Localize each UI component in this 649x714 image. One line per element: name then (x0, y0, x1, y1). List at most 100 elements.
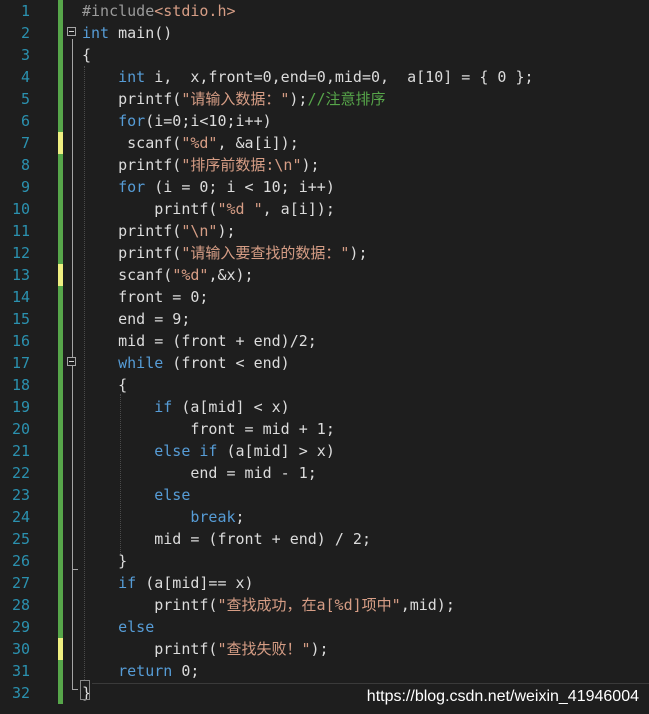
code-token: (a[mid] < x) (172, 398, 290, 416)
saved-change-marker (58, 242, 63, 264)
saved-change-marker (58, 88, 63, 110)
code-line[interactable]: 17 while (front < end) (0, 352, 649, 374)
saved-change-marker (58, 44, 63, 66)
saved-change-marker (58, 66, 63, 88)
line-number: 10 (11, 200, 30, 218)
string-token: "请输入数据：" (181, 90, 290, 108)
line-number: 17 (11, 354, 30, 372)
code-line[interactable]: 30 printf("查找失败！"); (0, 638, 649, 660)
code-line[interactable]: 16 mid = (front + end)/2; (0, 330, 649, 352)
code-text: front = mid + 1; (82, 418, 335, 440)
code-token: i, x,front=0,end=0,mid=0, a[10] = { 0 }; (145, 68, 534, 86)
code-line[interactable]: 7 scanf("%d", &a[i]); (0, 132, 649, 154)
code-token: } (82, 552, 128, 570)
code-line[interactable]: 29 else (0, 616, 649, 638)
line-number: 23 (11, 486, 30, 504)
saved-change-marker (58, 484, 63, 506)
collapse-toggle-icon[interactable] (67, 27, 76, 36)
code-line[interactable]: 1 #include<stdio.h> (0, 0, 649, 22)
code-text: for(i=0;i<10;i++) (82, 110, 272, 132)
line-number: 24 (11, 508, 30, 526)
saved-change-marker (58, 506, 63, 528)
code-token: main() (109, 24, 173, 42)
line-number: 14 (11, 288, 30, 306)
line-number: 7 (20, 134, 30, 152)
string-token: "排序前数据:\n" (181, 156, 302, 174)
code-line[interactable]: 23 else (0, 484, 649, 506)
collapse-toggle-icon[interactable] (67, 357, 76, 366)
string-token: "查找成功，在a[%d]项中" (217, 596, 401, 614)
code-text: printf("请输入数据：");//注意排序 (82, 88, 385, 110)
code-text: break; (82, 506, 244, 528)
code-line[interactable]: 22 end = mid - 1; (0, 462, 649, 484)
code-text: else (82, 484, 190, 506)
code-editor[interactable]: 1 #include<stdio.h> 2 int main() 3{4 int i, … (0, 0, 649, 714)
code-token: ,mid); (400, 596, 455, 614)
code-text: mid = (front + end) / 2; (82, 528, 371, 550)
code-text: printf("请输入要查找的数据："); (82, 242, 367, 264)
code-line[interactable]: 31 return 0; (0, 660, 649, 682)
code-line[interactable]: 24 break; (0, 506, 649, 528)
code-token: , a[i]); (262, 200, 335, 218)
keyword-token: for (118, 112, 146, 130)
code-line[interactable]: 28 printf("查找成功，在a[%d]项中",mid); (0, 594, 649, 616)
code-line[interactable]: 5 printf("请输入数据：");//注意排序 (0, 88, 649, 110)
code-token: end = 9; (82, 310, 191, 328)
line-number: 21 (11, 442, 30, 460)
saved-change-marker (58, 440, 63, 462)
code-line[interactable]: 19 if (a[mid] < x) (0, 396, 649, 418)
saved-change-marker (58, 22, 63, 44)
keyword-token: return (118, 662, 173, 680)
line-number: 6 (20, 112, 30, 130)
code-line[interactable]: 10 printf("%d ", a[i]); (0, 198, 649, 220)
code-line[interactable]: 20 front = mid + 1; (0, 418, 649, 440)
code-line[interactable]: 3{ (0, 44, 649, 66)
line-number: 29 (11, 618, 30, 636)
code-text: printf("排序前数据:\n"); (82, 154, 319, 176)
line-number: 30 (11, 640, 30, 658)
code-token: { (82, 376, 128, 394)
code-line[interactable]: 4 int i, x,front=0,end=0,mid=0, a[10] = … (0, 66, 649, 88)
code-line[interactable]: 13 scanf("%d",&x); (0, 264, 649, 286)
code-token: front = mid + 1; (82, 420, 335, 438)
line-number: 13 (11, 266, 30, 284)
code-text: scanf("%d",&x); (82, 264, 253, 286)
keyword-token: else (118, 618, 155, 636)
code-line[interactable]: 21 else if (a[mid] > x) (0, 440, 649, 462)
code-line[interactable]: 11 printf("\n"); (0, 220, 649, 242)
saved-change-marker (58, 330, 63, 352)
line-number: 28 (11, 596, 30, 614)
preprocessor-token: #include (82, 2, 155, 20)
string-token: "%d" (172, 266, 209, 284)
code-line[interactable]: 25 mid = (front + end) / 2; (0, 528, 649, 550)
code-line[interactable]: 2 int main() (0, 22, 649, 44)
code-line[interactable]: 9 for (i = 0; i < 10; i++) (0, 176, 649, 198)
code-line[interactable]: 15 end = 9; (0, 308, 649, 330)
saved-change-marker (58, 660, 63, 682)
code-text: else (82, 616, 154, 638)
saved-change-marker (58, 286, 63, 308)
code-line[interactable]: 26 } (0, 550, 649, 572)
code-line[interactable]: 14 front = 0; (0, 286, 649, 308)
code-token: printf( (82, 222, 182, 240)
line-number: 11 (11, 222, 30, 240)
code-line[interactable]: 12 printf("请输入要查找的数据："); (0, 242, 649, 264)
code-line[interactable]: 6 for(i=0;i<10;i++) (0, 110, 649, 132)
code-token: end = mid - 1; (82, 464, 317, 482)
code-token: printf( (82, 156, 182, 174)
line-number: 1 (20, 2, 30, 20)
code-token: printf( (82, 244, 182, 262)
code-line[interactable]: 18 { (0, 374, 649, 396)
code-line[interactable]: 27 if (a[mid]== x) (0, 572, 649, 594)
line-number: 32 (11, 684, 30, 702)
code-text: return 0; (82, 660, 199, 682)
saved-change-marker (58, 374, 63, 396)
code-line[interactable]: 8 printf("排序前数据:\n"); (0, 154, 649, 176)
keyword-token: break (190, 508, 236, 526)
code-text: int main() (82, 22, 172, 44)
keyword-token: if (118, 574, 137, 592)
